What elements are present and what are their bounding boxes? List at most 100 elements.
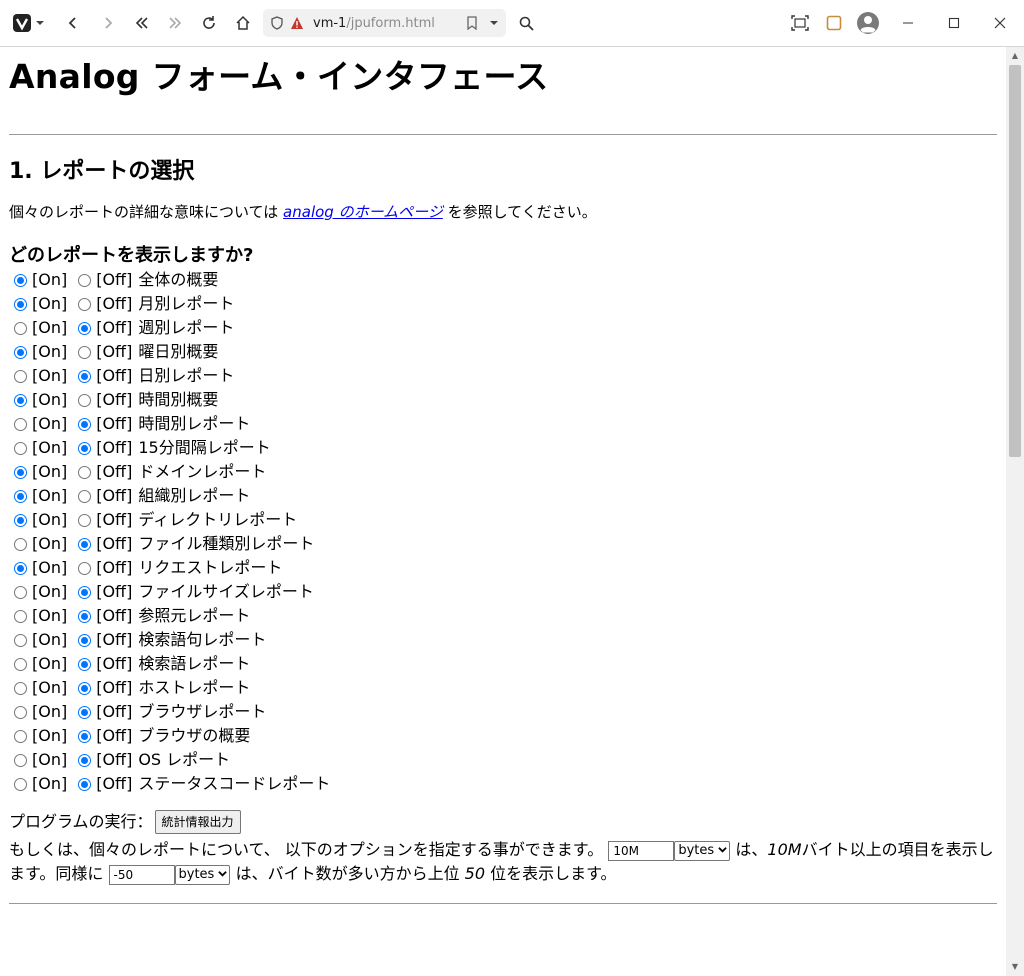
reload-button[interactable] — [198, 11, 220, 35]
option-unit-select-1[interactable]: bytes — [674, 840, 731, 861]
off-label: [Off] — [96, 318, 133, 337]
off-label: [Off] — [96, 726, 133, 745]
report-off-radio[interactable] — [78, 513, 92, 527]
report-off-radio[interactable] — [78, 561, 92, 575]
run-label: プログラムの実行： — [9, 812, 153, 831]
report-off-radio[interactable] — [78, 417, 92, 431]
report-on-radio[interactable] — [14, 537, 27, 551]
report-off-radio[interactable] — [78, 321, 92, 335]
report-on-radio[interactable] — [14, 345, 27, 359]
report-on-radio[interactable] — [14, 777, 27, 791]
report-off-radio[interactable] — [78, 369, 92, 383]
minimize-button[interactable] — [897, 11, 919, 35]
report-on-radio[interactable] — [14, 297, 27, 311]
scroll-down-icon[interactable]: ▼ — [1006, 960, 1024, 974]
report-off-radio[interactable] — [78, 609, 92, 623]
report-on-radio[interactable] — [14, 489, 27, 503]
report-off-radio[interactable] — [78, 393, 92, 407]
report-name: 週別レポート — [138, 318, 235, 337]
report-row: [On] [Off] 検索語句レポート — [9, 628, 330, 652]
intro-paragraph: 個々のレポートの詳細な意味については analog のホームページ を参照してく… — [9, 200, 997, 224]
search-button[interactable] — [515, 11, 537, 35]
report-on-radio[interactable] — [14, 585, 27, 599]
report-on-radio[interactable] — [14, 513, 27, 527]
analog-homepage-link[interactable]: analog のホームページ — [283, 203, 443, 221]
chevron-down-icon — [35, 21, 44, 25]
report-off-radio[interactable] — [78, 681, 92, 695]
scroll-up-icon[interactable]: ▲ — [1006, 49, 1024, 63]
capture-button[interactable] — [789, 11, 811, 35]
panel-button[interactable] — [823, 11, 845, 35]
report-on-radio[interactable] — [14, 561, 27, 575]
forward-button[interactable] — [97, 11, 119, 35]
report-name: ブラウザレポート — [138, 702, 267, 721]
report-row: [On] [Off] OS レポート — [9, 748, 330, 772]
on-label: [On] — [32, 390, 68, 409]
bookmark-icon[interactable] — [466, 16, 478, 30]
report-name: 15分間隔レポート — [138, 438, 271, 457]
report-row: [On] [Off] 検索語レポート — [9, 652, 330, 676]
report-off-radio[interactable] — [78, 729, 92, 743]
off-label: [Off] — [96, 438, 133, 457]
profile-button[interactable] — [855, 10, 881, 36]
report-off-radio[interactable] — [78, 585, 92, 599]
address-bar[interactable]: vm-1/jpuform.html — [263, 9, 506, 37]
on-label: [On] — [32, 726, 68, 745]
report-on-radio[interactable] — [14, 633, 27, 647]
report-name: 月別レポート — [138, 294, 235, 313]
report-on-radio[interactable] — [14, 393, 27, 407]
option-text-3b: 位を表示します。 — [490, 864, 617, 883]
maximize-button[interactable] — [943, 11, 965, 35]
back-icon — [68, 17, 76, 29]
on-label: [On] — [32, 342, 68, 361]
off-label: [Off] — [96, 366, 133, 385]
on-label: [On] — [32, 654, 68, 673]
report-on-radio[interactable] — [14, 705, 27, 719]
back-button[interactable] — [62, 11, 84, 35]
report-name: 時間別レポート — [138, 414, 251, 433]
report-on-radio[interactable] — [14, 441, 27, 455]
report-off-radio[interactable] — [78, 465, 92, 479]
report-off-radio[interactable] — [78, 441, 92, 455]
option-threshold-input-2[interactable]: -50 — [108, 864, 175, 885]
minimize-icon — [903, 22, 913, 24]
report-off-radio[interactable] — [78, 489, 92, 503]
report-on-radio[interactable] — [14, 753, 27, 767]
option-unit-select-2[interactable]: bytes — [174, 864, 231, 885]
report-on-radio[interactable] — [14, 321, 27, 335]
report-off-radio[interactable] — [78, 273, 92, 287]
run-stats-button[interactable]: 統計情報出力 — [154, 810, 241, 834]
report-off-radio[interactable] — [78, 777, 92, 791]
option-threshold-input-1[interactable]: 10M — [608, 840, 675, 861]
report-on-radio[interactable] — [14, 729, 27, 743]
dropdown-icon[interactable] — [489, 18, 499, 28]
report-on-radio[interactable] — [14, 609, 27, 623]
scrollbar-thumb[interactable] — [1009, 65, 1021, 457]
vertical-scrollbar[interactable]: ▲ ▼ — [1006, 47, 1024, 976]
report-off-radio[interactable] — [78, 753, 92, 767]
intro-text-after: を参照してください。 — [447, 203, 597, 221]
report-row: [On] [Off] 全体の概要 — [9, 268, 330, 292]
report-on-radio[interactable] — [14, 417, 27, 431]
report-row: [On] [Off] ファイルサイズレポート — [9, 580, 330, 604]
report-off-radio[interactable] — [78, 297, 92, 311]
report-name: 曜日別概要 — [138, 342, 219, 361]
page-title: Analog フォーム・インタフェース — [9, 57, 549, 96]
report-off-radio[interactable] — [78, 633, 92, 647]
report-off-radio[interactable] — [78, 657, 92, 671]
report-off-radio[interactable] — [78, 345, 92, 359]
report-on-radio[interactable] — [14, 369, 27, 383]
panel-icon — [826, 15, 842, 31]
close-button[interactable] — [989, 11, 1011, 35]
report-row: [On] [Off] 時間別レポート — [9, 412, 330, 436]
fast-forward-button[interactable] — [164, 11, 186, 35]
report-off-radio[interactable] — [78, 537, 92, 551]
report-on-radio[interactable] — [14, 657, 27, 671]
vivaldi-menu-button[interactable] — [10, 11, 46, 35]
home-button[interactable] — [232, 11, 254, 35]
report-on-radio[interactable] — [14, 465, 27, 479]
report-off-radio[interactable] — [78, 705, 92, 719]
report-on-radio[interactable] — [14, 681, 27, 695]
rewind-button[interactable] — [131, 11, 153, 35]
report-on-radio[interactable] — [14, 273, 27, 287]
